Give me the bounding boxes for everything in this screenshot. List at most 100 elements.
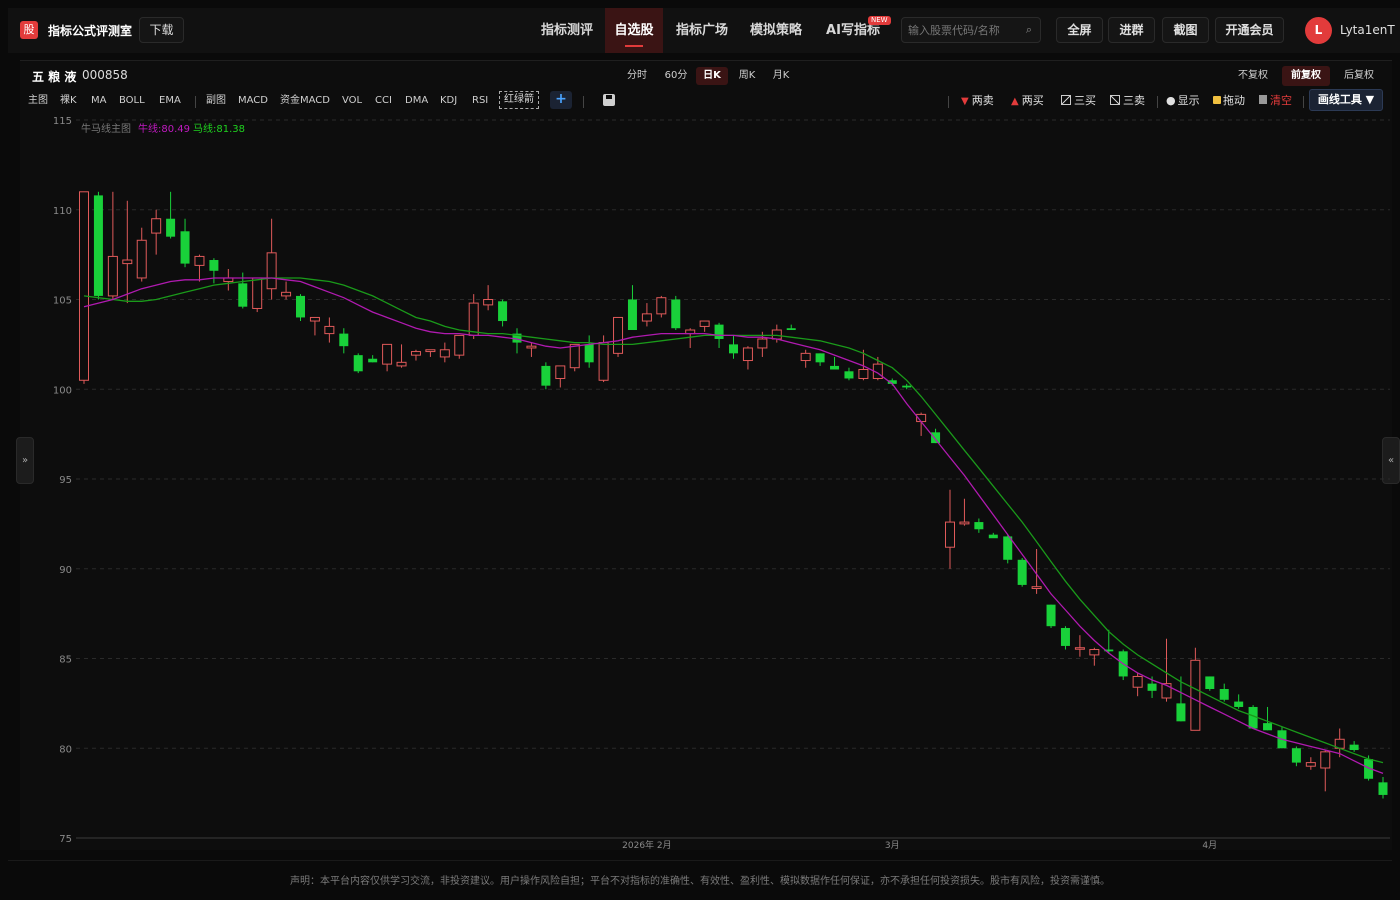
candle-body-up [526,345,537,349]
candle [296,294,305,322]
candlestick-chart[interactable]: 75 80 85 90 95 100 105 110 115 2026年 2月 3月 4月 牛马线主图… [0,0,1400,860]
candle [1074,635,1085,657]
candle-body-down [844,371,854,379]
candle-body-down [209,260,219,271]
candle-body-up [194,255,205,266]
candle [454,334,465,359]
candle-body-up [699,320,710,327]
candle-body-down [1176,703,1186,722]
candle-body-down [714,324,724,339]
candle-body-up [757,338,768,349]
candle [742,346,753,370]
candle-body-down [974,522,984,530]
candle [844,367,854,381]
candle-body-down [180,231,190,264]
candle-body-up [324,325,335,335]
candle [1305,757,1316,770]
candle [656,295,667,318]
candle [830,356,840,370]
candle-body-down [786,328,796,331]
candle-body-down [584,344,594,363]
y-tick-label: 115 [53,116,72,127]
candle [569,343,580,372]
candle [281,281,292,300]
candle [209,258,219,284]
candle-body-up [439,349,450,358]
candle-body-down [1147,683,1157,691]
candle-body-down [671,299,681,329]
candle [1060,626,1070,650]
candle [541,362,551,390]
candle [815,353,825,366]
candle-body-down [353,355,363,372]
candle-body-up [771,329,782,340]
candle-body-up [1089,649,1100,656]
candle [613,316,624,357]
candle-body-up [1074,647,1085,650]
candle [223,268,234,291]
candle [1205,676,1215,691]
x-tick-label: 2026年 2月 [622,839,672,851]
candle [410,349,421,361]
candle-body-up [151,218,162,234]
candle [916,412,927,436]
x-tick-label: 3月 [885,840,900,851]
candle-body-up [454,334,465,356]
y-tick-label: 85 [59,655,72,666]
candle [382,343,393,372]
candle [974,518,984,533]
candle [1132,672,1143,697]
candle [339,328,349,354]
candle-body-down [296,295,305,318]
candle-body-down [368,358,378,363]
candle-body-down [1378,782,1388,795]
candle-body-down [1205,676,1215,690]
candle [526,342,537,357]
candle-body-down [815,353,825,363]
candle [180,218,190,268]
candle [483,285,494,311]
candle-body-down [1263,723,1273,731]
candle [1320,750,1331,792]
candle-body-up [79,191,89,381]
candle [512,328,522,354]
candle [353,353,363,374]
candle [396,344,407,368]
candle-body-up [858,369,869,379]
candle [729,335,738,359]
candle [79,191,89,384]
candle-body-down [339,333,349,347]
candle-body-up [468,302,479,336]
y-tick-label: 80 [59,744,72,755]
candle-body-down [830,365,840,370]
candle [136,227,147,282]
candle [425,349,436,357]
y-tick-label: 100 [53,385,72,396]
candle-body-down [93,195,103,296]
candle [1263,706,1273,731]
candle [252,277,263,313]
candle [627,285,637,331]
candle [1219,683,1229,702]
candle-body-up [252,277,263,309]
candle-body-up [122,259,133,265]
legend-title: 牛马线主图 [81,122,131,135]
candle-body-up [107,255,118,297]
candle [584,335,594,368]
candle-body-down [1017,559,1027,585]
candle [800,349,811,368]
candle-body-down [988,534,998,539]
candle-body-up [483,299,494,306]
y-tick-label: 75 [59,834,72,845]
candle-body-up [1190,659,1201,731]
candle [194,254,205,282]
candle-body-up [425,349,436,353]
candle [166,191,176,239]
candle [988,532,998,539]
candle-body-up [945,521,955,548]
candle [309,316,320,336]
legend-horse-value: 马线:81.38 [193,122,245,135]
candle-body-down [1234,701,1244,707]
candle-body-down [1291,748,1301,763]
candle [786,324,796,331]
